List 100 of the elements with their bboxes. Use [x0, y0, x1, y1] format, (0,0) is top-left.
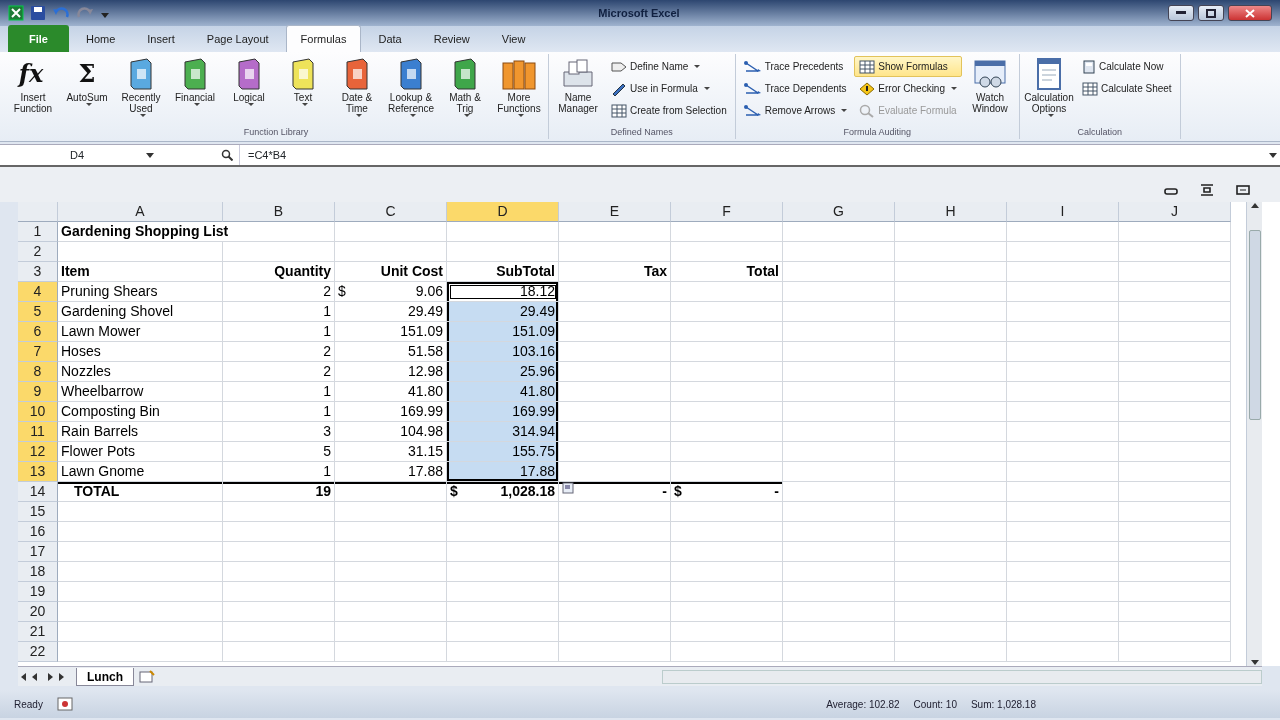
row-header[interactable]: 17 [18, 542, 58, 562]
table-cell[interactable] [447, 522, 559, 542]
table-cell[interactable] [895, 302, 1007, 322]
table-cell[interactable] [783, 322, 895, 342]
row-header[interactable]: 10 [18, 402, 58, 422]
table-cell[interactable] [335, 642, 447, 662]
ribbon-button[interactable]: Error Checking [854, 78, 962, 99]
row-header[interactable]: 9 [18, 382, 58, 402]
table-cell[interactable] [447, 242, 559, 262]
table-cell[interactable]: Gardening Shopping List [58, 222, 335, 242]
sheet-tab[interactable]: Lunch [76, 667, 134, 686]
table-cell[interactable] [559, 282, 671, 302]
ribbon-button[interactable]: Recently Used [115, 54, 167, 126]
table-cell[interactable] [559, 302, 671, 322]
ribbon-tab[interactable]: Review [418, 24, 485, 52]
restore-icon[interactable] [1200, 184, 1214, 196]
table-cell[interactable] [1007, 482, 1119, 502]
table-cell[interactable] [58, 542, 223, 562]
table-cell[interactable] [671, 222, 783, 242]
table-cell[interactable]: 17.88 [447, 462, 559, 482]
table-cell[interactable] [559, 382, 671, 402]
table-cell[interactable]: 2 [223, 342, 335, 362]
table-cell[interactable] [671, 622, 783, 642]
table-cell[interactable] [559, 542, 671, 562]
table-cell[interactable]: Quantity [223, 262, 335, 282]
table-cell[interactable]: 25.96 [447, 362, 559, 382]
table-cell[interactable] [671, 542, 783, 562]
table-cell[interactable]: Rain Barrels [58, 422, 223, 442]
table-cell[interactable] [335, 502, 447, 522]
table-cell[interactable]: 29.49 [447, 302, 559, 322]
table-cell[interactable]: 1 [223, 302, 335, 322]
table-cell[interactable] [559, 402, 671, 422]
table-cell[interactable] [1119, 322, 1231, 342]
up-arrow-icon[interactable] [1249, 202, 1260, 210]
table-cell[interactable] [335, 522, 447, 542]
table-cell[interactable] [1007, 542, 1119, 562]
table-cell[interactable]: $ - [671, 482, 783, 502]
table-cell[interactable] [671, 462, 783, 482]
table-cell[interactable] [335, 602, 447, 622]
table-cell[interactable] [895, 642, 1007, 662]
table-cell[interactable] [783, 222, 895, 242]
table-cell[interactable] [1119, 402, 1231, 422]
row-header[interactable]: 11 [18, 422, 58, 442]
table-cell[interactable] [783, 262, 895, 282]
table-cell[interactable] [1007, 502, 1119, 522]
ribbon-tab[interactable]: Home [70, 24, 131, 52]
table-cell[interactable]: Flower Pots [58, 442, 223, 462]
horizontal-scrollbar[interactable] [662, 669, 1262, 684]
table-cell[interactable] [895, 282, 1007, 302]
table-cell[interactable] [1007, 282, 1119, 302]
table-cell[interactable] [223, 542, 335, 562]
row-header[interactable]: 4 [18, 282, 58, 302]
ribbon-button[interactable]: Watch Window [964, 54, 1016, 126]
table-cell[interactable] [447, 602, 559, 622]
table-cell[interactable] [447, 562, 559, 582]
table-cell[interactable] [783, 442, 895, 462]
row-header[interactable]: 16 [18, 522, 58, 542]
table-cell[interactable]: 1 [223, 322, 335, 342]
ribbon-button[interactable]: Lookup & Reference [385, 54, 437, 126]
table-cell[interactable] [1007, 602, 1119, 622]
table-cell[interactable] [895, 502, 1007, 522]
table-cell[interactable] [1007, 362, 1119, 382]
row-header[interactable]: 5 [18, 302, 58, 322]
paste-options-icon[interactable] [562, 482, 574, 494]
table-cell[interactable] [559, 342, 671, 362]
table-cell[interactable] [335, 582, 447, 602]
spreadsheet-app-icon[interactable] [8, 5, 24, 21]
restore-button[interactable] [1198, 5, 1224, 21]
table-cell[interactable] [895, 442, 1007, 462]
file-tab[interactable]: File [8, 24, 69, 52]
table-cell[interactable] [335, 242, 447, 262]
table-cell[interactable]: 19 [223, 482, 335, 502]
row-header[interactable]: 20 [18, 602, 58, 622]
table-cell[interactable] [895, 262, 1007, 282]
table-cell[interactable] [58, 602, 223, 622]
table-cell[interactable] [1119, 302, 1231, 322]
table-cell[interactable] [1119, 442, 1231, 462]
table-cell[interactable] [559, 242, 671, 262]
table-cell[interactable] [783, 302, 895, 322]
table-cell[interactable] [671, 502, 783, 522]
table-cell[interactable]: 1 [223, 462, 335, 482]
table-cell[interactable] [783, 602, 895, 622]
table-cell[interactable] [783, 422, 895, 442]
ribbon-button[interactable]: Calculate Sheet [1077, 78, 1177, 99]
ribbon-button[interactable]: Trace Precedents [738, 56, 853, 77]
ribbon-button[interactable]: fx Insert Function [7, 54, 59, 126]
table-cell[interactable] [783, 402, 895, 422]
save-icon[interactable] [30, 5, 46, 21]
table-cell[interactable] [783, 282, 895, 302]
table-cell[interactable] [783, 542, 895, 562]
table-cell[interactable] [223, 242, 335, 262]
table-cell[interactable] [559, 582, 671, 602]
table-cell[interactable] [895, 582, 1007, 602]
row-header[interactable]: 6 [18, 322, 58, 342]
table-cell[interactable] [895, 622, 1007, 642]
table-cell[interactable]: 5 [223, 442, 335, 462]
table-cell[interactable]: Pruning Shears [58, 282, 223, 302]
column-header[interactable]: G [783, 202, 895, 222]
table-cell[interactable]: 151.09 [447, 322, 559, 342]
ribbon-tab[interactable]: Formulas [285, 24, 362, 52]
